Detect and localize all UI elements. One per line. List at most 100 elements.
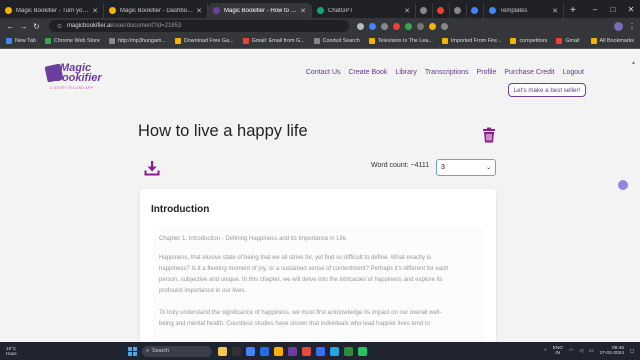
nav-profile[interactable]: Profile: [477, 69, 497, 76]
browser-tab[interactable]: Magic Bookifier - Dashboard ✕: [104, 3, 208, 18]
more-menu-icon[interactable]: ⋮: [628, 22, 636, 31]
wifi-icon[interactable]: ◠: [569, 349, 573, 354]
bookmark-item[interactable]: Download Free Ga...: [174, 38, 234, 44]
url-bar[interactable]: ⊙ magicbookifier.ai/user/document?id=218…: [49, 20, 349, 32]
taskbar-app-icon[interactable]: [330, 346, 339, 356]
tab-favicon-icon: [489, 7, 496, 14]
close-icon[interactable]: ✕: [92, 7, 98, 15]
battery-icon[interactable]: ▭: [589, 349, 594, 354]
bookmark-item[interactable]: Chrome Web Store: [44, 38, 100, 44]
best-seller-button[interactable]: Let's make a best seller!: [508, 83, 586, 97]
taskbar-app-icon[interactable]: [260, 346, 269, 356]
extension-icon[interactable]: [405, 22, 412, 30]
tab-favicon-icon: [317, 7, 324, 14]
taskbar-app-icon[interactable]: [316, 346, 325, 356]
bookmark-label: http://mp3hungam...: [117, 38, 166, 44]
taskbar-app-icon[interactable]: [218, 346, 227, 356]
search-icon: ⌕: [146, 347, 150, 354]
reload-icon[interactable]: ↻: [30, 22, 43, 31]
bookmark-item[interactable]: Gmail: [556, 38, 579, 44]
windows-start-icon[interactable]: [128, 346, 137, 356]
tab-label: Magic Bookifier - How to live a: [224, 7, 298, 14]
browser-tab[interactable]: Magic Bookifier - Turn your ide ✕: [0, 3, 104, 18]
bookmark-label: Gmail: [565, 38, 580, 44]
clock-date: 27-02-2024: [599, 351, 625, 356]
taskbar-app-icon[interactable]: [232, 346, 241, 356]
chevron-down-icon: ⌄: [485, 165, 491, 171]
taskbar-app-icon[interactable]: [358, 346, 367, 356]
weather-widget[interactable]: 19°C Haze: [0, 346, 60, 357]
extension-icon[interactable]: [381, 22, 388, 30]
taskbar-apps: [218, 346, 367, 356]
bookmark-item[interactable]: http://mp3hungam...: [108, 38, 166, 44]
extension-icon[interactable]: [441, 22, 448, 30]
browser-tab-pinned[interactable]: [467, 3, 484, 18]
trash-icon[interactable]: [482, 127, 496, 143]
forward-icon[interactable]: →: [17, 22, 30, 31]
site-info-icon[interactable]: ⊙: [57, 23, 62, 30]
system-tray: ^ ENG IN ◠ ◁ ▭ 09:46 27-02-2024 ◻: [544, 346, 640, 357]
all-bookmarks-button[interactable]: All Bookmarks: [590, 38, 634, 44]
bookmark-item[interactable]: Gmail: Email from G...: [242, 38, 305, 44]
paragraph-line: person, subjective and unique. In this c…: [159, 277, 443, 283]
address-toolbar: ← → ↻ ⊙ magicbookifier.ai/user/document?…: [0, 18, 640, 34]
page-title: How to live a happy life: [138, 122, 308, 140]
close-icon[interactable]: ✕: [300, 7, 306, 15]
notification-icon[interactable]: ◻: [630, 349, 634, 354]
close-window-icon[interactable]: ✕: [622, 5, 640, 14]
profile-avatar[interactable]: [614, 21, 623, 31]
browser-tab-pinned[interactable]: [433, 3, 450, 18]
close-icon[interactable]: ✕: [552, 7, 558, 15]
extension-icon[interactable]: [429, 22, 436, 30]
editor-area[interactable]: Chapter 1: Introduction - Defining Happi…: [153, 226, 483, 343]
extension-icon[interactable]: [393, 22, 400, 30]
volume-icon[interactable]: ◁: [579, 349, 583, 354]
bookmark-item[interactable]: Television Is The Lea...: [368, 38, 433, 44]
new-tab-button[interactable]: +: [564, 3, 582, 18]
url-path: /user/document?id=21853: [111, 23, 182, 29]
maximize-icon[interactable]: □: [604, 5, 622, 14]
taskbar-app-icon[interactable]: [274, 346, 283, 356]
extension-icon[interactable]: [369, 22, 376, 30]
taskbar-app-icon[interactable]: [288, 346, 297, 356]
nav-logout[interactable]: Logout: [563, 69, 584, 76]
bookmark-item[interactable]: competitors: [510, 38, 547, 44]
browser-tab[interactable]: ChatGPT ✕: [312, 3, 416, 18]
taskbar-search[interactable]: ⌕ Search: [142, 345, 212, 357]
download-icon[interactable]: [144, 160, 160, 176]
paragraph-line: To truly understand the significance of …: [159, 310, 442, 316]
language-indicator[interactable]: ENG IN: [553, 346, 563, 357]
tab-favicon-icon: [109, 7, 116, 14]
close-icon[interactable]: ✕: [404, 7, 410, 15]
star-icon[interactable]: [357, 22, 364, 30]
nav-transcriptions[interactable]: Transcriptions: [425, 69, 469, 76]
extension-icon[interactable]: [417, 22, 424, 30]
chevron-up-icon[interactable]: ^: [544, 349, 546, 354]
minimize-icon[interactable]: –: [586, 5, 604, 14]
nav-library[interactable]: Library: [395, 69, 416, 76]
bookmark-item[interactable]: Imported From Fire...: [441, 38, 501, 44]
browser-tab[interactable]: Templates ✕: [484, 3, 564, 18]
bookmark-item[interactable]: Conduit Search: [313, 38, 360, 44]
browser-tab-active[interactable]: Magic Bookifier - How to live a ✕: [208, 3, 312, 18]
clock[interactable]: 09:46 27-02-2024: [599, 346, 624, 357]
browser-tab-pinned[interactable]: [450, 3, 467, 18]
tab-favicon-icon: [420, 7, 427, 14]
bookmark-icon: [44, 38, 51, 44]
site-logo[interactable]: Magic Bookifier A STORY TELLING APP: [44, 57, 118, 99]
nav-purchase-credit[interactable]: Purchase Credit: [504, 69, 554, 76]
chapter-select[interactable]: 3 ⌄: [436, 159, 496, 176]
back-icon[interactable]: ←: [4, 22, 17, 31]
browser-tab-pinned[interactable]: [416, 3, 433, 18]
paragraph-line: being and mental health. Countless studi…: [159, 321, 430, 327]
bookmark-item[interactable]: New Tab: [6, 38, 36, 44]
nav-contact-us[interactable]: Contact Us: [306, 69, 341, 76]
scrollbar-up-icon[interactable]: ▴: [632, 59, 637, 66]
taskbar-app-icon[interactable]: [246, 346, 255, 356]
tab-favicon-icon: [437, 7, 444, 14]
close-icon[interactable]: ✕: [196, 7, 202, 15]
taskbar-app-icon[interactable]: [302, 346, 311, 356]
floating-assistant-icon[interactable]: [618, 180, 628, 190]
nav-create-book[interactable]: Create Book: [349, 69, 388, 76]
taskbar-app-icon[interactable]: [344, 346, 353, 356]
